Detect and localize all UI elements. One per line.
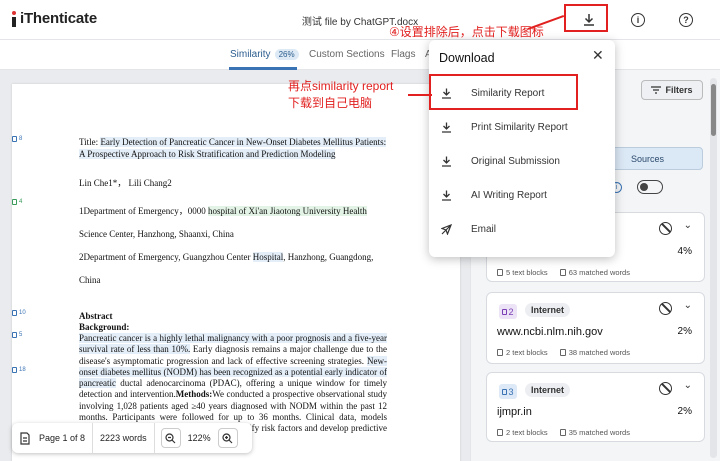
matched-words-icon [559,269,566,276]
close-icon[interactable]: ✕ [592,47,604,64]
zoom-in-button[interactable] [217,428,238,448]
match-marker[interactable]: 4 [12,199,22,205]
annotation-highlight-similarity-report [429,74,578,110]
match-marker-icon [12,310,17,316]
source-number-badge: 3 [499,384,517,399]
tab-flags[interactable]: Flags [391,49,415,60]
download-print-similarity-report[interactable]: Print Similarity Report [441,113,601,141]
matched-text[interactable]: Hospital [252,252,284,262]
source-card[interactable]: 3 Internet ⌄ ijmpr.in 2% 2 text blocks 3… [486,372,705,442]
page-icon [20,431,30,445]
tab-similarity[interactable]: Similarity 26% [230,49,299,60]
app-header: iThenticate 测试 file by ChatGPT.docx i ? [0,0,720,40]
exclude-source-icon[interactable] [659,382,672,395]
source-domain: www.ncbi.nlm.nih.gov [497,326,603,338]
filters-button[interactable]: Filters [641,80,703,100]
match-marker[interactable]: 5 [12,332,22,338]
similarity-score-badge: 26% [274,49,299,60]
download-menu: Download ✕ Similarity Report Print Simil… [429,40,615,257]
matched-text[interactable]: hospital of Xi'an Jiaotong University He… [208,206,367,216]
email-report[interactable]: Email [441,215,601,243]
tab-similarity-label: Similarity [230,49,271,60]
text-blocks-icon [497,349,503,356]
download-original-submission[interactable]: Original Submission [441,147,601,175]
match-marker-icon [12,136,17,142]
zoom-in-icon [222,432,233,443]
match-marker-icon [12,332,17,338]
page-toolbar: Page 1 of 8 2223 words 122% [12,423,252,453]
help-icon: ? [679,13,693,27]
info-icon: i [631,13,645,27]
match-marker[interactable]: 18 [12,367,26,373]
divider [153,423,155,453]
tab-custom-sections[interactable]: Custom Sections [309,49,385,60]
affiliation-2: 2Department of Emergency, Guangzhou Cent… [79,252,374,285]
source-type-badge: Internet [525,383,571,397]
source-type-badge: Internet [525,303,571,317]
source-percentage: 2% [677,326,692,337]
download-menu-title: Download [439,51,495,65]
matched-words-icon [559,349,566,356]
match-marker-icon [12,199,17,205]
matched-words-icon [559,429,566,436]
source-meta: 5 text blocks 63 matched words [497,268,630,277]
source-meta: 2 text blocks 38 matched words [497,348,630,357]
page-indicator[interactable]: Page 1 of 8 [12,423,92,453]
source-percentage: 4% [677,246,692,257]
download-ai-writing-report[interactable]: AI Writing Report [441,181,601,209]
annotation-arrow [408,94,432,96]
chevron-down-icon[interactable]: ⌄ [684,220,692,231]
annotation-line2: 下载到自己电脑 [288,96,373,110]
abstract-heading: Abstract [79,311,113,321]
email-icon [441,223,452,235]
paper-title: Title: Early Detection of Pancreatic Can… [79,137,387,159]
download-icon [442,122,451,133]
document-icon [502,388,508,395]
download-icon [442,190,451,201]
exclude-source-icon[interactable] [659,302,672,315]
matched-text[interactable]: Early Detection of Pancreatic Cancer in … [79,137,387,159]
match-marker[interactable]: 10 [12,310,26,316]
source-percentage: 2% [677,406,692,417]
word-count: 2223 words [100,433,147,443]
zoom-out-button[interactable] [160,428,181,448]
match-marker-icon [12,367,17,373]
annotation-highlight-download [564,4,608,32]
source-number-badge: 2 [499,304,517,319]
annotation-step4: ④设置排除后，点击下载图标 [389,25,544,39]
zoom-out-icon [165,432,176,443]
zoom-level: 122% [187,433,211,443]
source-meta: 2 text blocks 35 matched words [497,428,630,437]
paper-authors: Lin Che1*， Lili Chang2 [79,178,172,188]
match-marker[interactable]: 8 [12,136,22,142]
affiliation-1: 1Department of Emergency，0000 hospital o… [79,206,367,239]
chevron-down-icon[interactable]: ⌄ [684,300,692,311]
text-blocks-icon [497,269,503,276]
annotation-line1: 再点similarity report [288,79,394,93]
panel-scrollbar-thumb[interactable] [711,84,716,136]
document-title: 测试 file by ChatGPT.docx [301,17,419,28]
source-domain: ijmpr.in [497,406,532,418]
exclude-source-icon[interactable] [659,222,672,235]
download-icon [442,156,451,167]
info-button[interactable]: i [626,8,650,32]
text-blocks-icon [497,429,503,436]
chevron-down-icon[interactable]: ⌄ [684,380,692,391]
exclusion-toggle[interactable] [637,180,663,194]
document-icon [502,308,508,315]
background-heading: Background: [79,322,130,332]
source-card[interactable]: 2 Internet ⌄ www.ncbi.nlm.nih.gov 2% 2 t… [486,292,705,364]
help-button[interactable]: ? [674,8,698,32]
filter-icon [651,86,662,94]
